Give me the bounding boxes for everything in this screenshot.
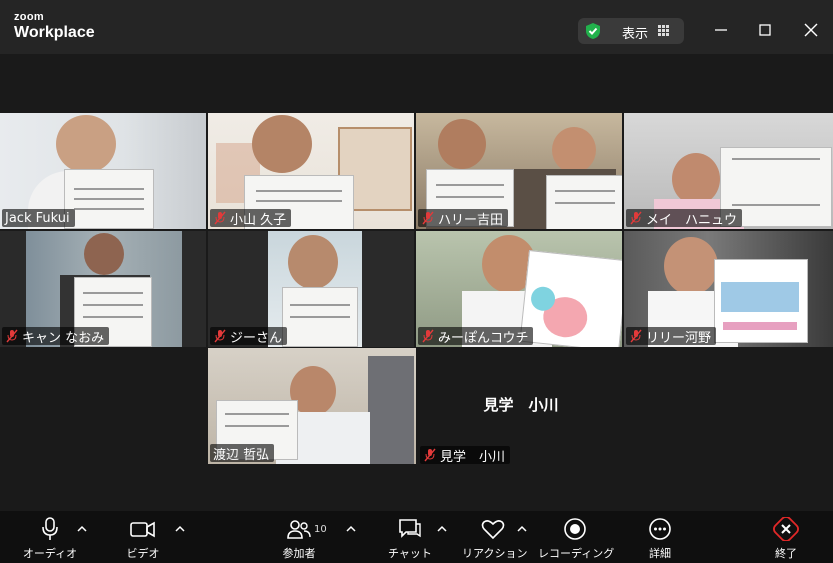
video-tile[interactable]: 小山 久子 [208,113,414,229]
participant-name: 渡辺 哲弘 [213,447,270,463]
record-button[interactable]: レコーディング [538,517,615,561]
video-tile-camera-off[interactable]: 見学 小川 見学 小川 [418,348,624,465]
video-tile[interactable]: キャン なおみ [0,231,206,347]
participant-name-tag: 見学 小川 [420,446,511,465]
mic-muted-icon [422,211,434,225]
maximize-icon [759,24,771,36]
shield-check-icon [586,23,600,39]
end-label: 終了 [775,547,797,560]
close-icon [804,23,818,37]
record-icon [564,518,586,540]
grid-icon [658,25,669,36]
brand-large: Workplace [14,24,95,41]
participant-name: みーぽんコウチ [438,330,529,346]
participant-name-tag: 小山 久子 [210,209,292,228]
video-camera-icon [130,521,155,538]
video-tile[interactable]: Jack Fukui [0,113,206,229]
participant-name-tag: みーぽんコウチ [418,327,534,346]
participant-name-tag: キャン なおみ [2,327,110,346]
title-bar: zoom Workplace 表示 [0,0,833,54]
chevron-up-icon[interactable] [175,525,185,533]
audio-button[interactable]: オーディオ [18,517,82,561]
participant-name-tag: ハリー吉田 [418,209,509,228]
participant-name: メイ ハニュウ [646,212,738,228]
view-label: 表示 [622,27,649,42]
display-name: 見学 小川 [483,396,559,414]
meeting-toolbar: オーディオ ビデオ 参加者 10 チャット リアクション レコーディング 詳細 … [0,511,833,563]
participants-icon [287,520,311,539]
view-button[interactable]: 表示 [578,18,684,44]
end-button[interactable]: 終了 [766,517,806,561]
participant-name: ジーさん [230,330,283,346]
chevron-up-icon[interactable] [517,525,527,533]
mic-muted-icon [424,448,436,462]
video-tile[interactable]: ジーさん [208,231,414,347]
video-tile[interactable]: ハリー吉田 [416,113,622,229]
video-tile-active-speaker[interactable]: 渡辺 哲弘 [208,348,416,464]
chat-button[interactable]: チャット [384,517,436,561]
video-label: ビデオ [126,547,160,560]
heart-icon [481,520,505,540]
zoom-logo: zoom Workplace [14,12,95,43]
participant-name: ハリー吉田 [438,212,504,228]
minimize-button[interactable] [707,18,735,42]
chat-label: チャット [388,547,432,560]
close-button[interactable] [797,18,825,42]
maximize-button[interactable] [751,18,779,42]
reactions-button[interactable]: リアクション [462,517,528,561]
participant-name: 見学 小川 [440,449,506,465]
participants-count: 10 [314,524,327,535]
participant-name-tag: 渡辺 哲弘 [210,444,275,463]
more-icon [649,518,671,540]
chevron-up-icon[interactable] [437,525,447,533]
participant-name-tag: Jack Fukui [2,209,75,227]
participant-name: Jack Fukui [5,210,70,226]
minimize-icon [715,29,727,31]
participants-label: 参加者 [282,547,316,560]
chat-icon [399,519,421,538]
microphone-icon [42,517,58,540]
chevron-up-icon[interactable] [77,525,87,533]
mic-muted-icon [214,329,226,343]
participant-name: 小山 久子 [230,212,287,228]
record-label: レコーディング [538,547,615,560]
video-tile[interactable]: みーぽんコウチ [416,231,622,347]
participant-name-tag: メイ ハニュウ [626,209,743,228]
participant-name-tag: ジーさん [210,327,288,346]
mic-muted-icon [214,211,226,225]
participant-name: リリー河野 [646,330,712,346]
brand-small: zoom [14,11,44,23]
end-call-icon [773,517,799,541]
mic-muted-icon [422,329,434,343]
video-tile[interactable]: メイ ハニュウ [624,113,833,229]
more-label: 詳細 [649,547,671,560]
reactions-label: リアクション [462,547,528,560]
audio-label: オーディオ [22,547,78,560]
participant-name-tag: リリー河野 [626,327,717,346]
more-button[interactable]: 詳細 [638,517,682,561]
mic-muted-icon [630,329,642,343]
participant-name: キャン なおみ [22,330,105,346]
video-button[interactable]: ビデオ [114,517,172,561]
mic-muted-icon [630,211,642,225]
video-tile[interactable]: リリー河野 [624,231,833,347]
mic-muted-icon [6,329,18,343]
chevron-up-icon[interactable] [346,525,356,533]
